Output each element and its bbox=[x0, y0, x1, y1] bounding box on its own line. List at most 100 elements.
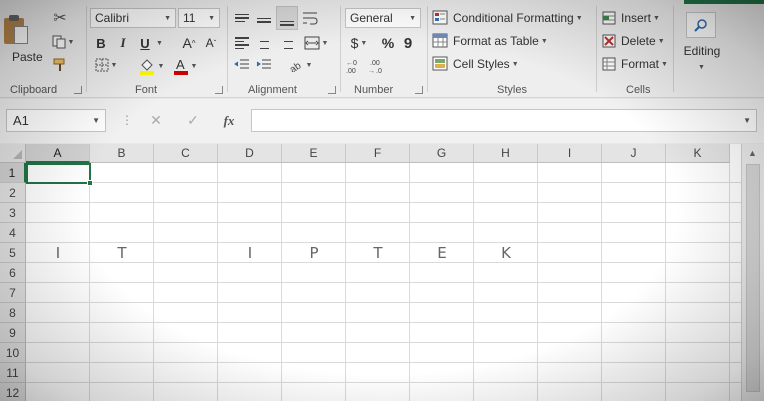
worksheet-grid[interactable]: ABCDEFGHIJK 1 2 3 4 5 6 7 8 9 10 11 12 ITIPTEK ▲ bbox=[0, 144, 764, 401]
align-right-button[interactable] bbox=[276, 33, 296, 53]
row-header-4[interactable]: 4 bbox=[0, 223, 26, 243]
row-header-7[interactable]: 7 bbox=[0, 283, 26, 303]
cut-button[interactable]: ✂ bbox=[48, 8, 72, 28]
column-header-j[interactable]: J bbox=[602, 144, 666, 163]
percent-button[interactable]: % bbox=[379, 33, 397, 53]
row-header-6[interactable]: 6 bbox=[0, 263, 26, 283]
number-format-combo[interactable]: General ▼ bbox=[345, 8, 421, 28]
cancel-entry-button[interactable]: ✕ bbox=[144, 109, 168, 132]
copy-button[interactable]: ▼ bbox=[48, 32, 78, 52]
row-header-11[interactable]: 11 bbox=[0, 363, 26, 383]
cell-styles-button[interactable]: Cell Styles ▼ bbox=[432, 54, 519, 74]
bottom-align-icon bbox=[280, 20, 294, 26]
decrease-decimal-button[interactable]: .00 → .0 bbox=[367, 56, 389, 76]
column-header-h[interactable]: H bbox=[474, 144, 538, 163]
scrollbar-thumb[interactable] bbox=[746, 164, 760, 392]
column-header-a[interactable]: A bbox=[26, 144, 90, 163]
cell-h5[interactable]: K bbox=[474, 244, 538, 262]
alignment-group: ▼ ab ▼ Alignment bbox=[228, 0, 340, 98]
formula-input[interactable]: ▼ bbox=[251, 109, 757, 132]
top-align-button[interactable] bbox=[232, 8, 252, 28]
selected-cell-a1[interactable] bbox=[26, 163, 91, 184]
fill-color-button[interactable]: ▼ bbox=[135, 55, 167, 77]
number-launcher[interactable] bbox=[415, 86, 423, 94]
svg-text:→: → bbox=[368, 68, 375, 74]
row-header-1[interactable]: 1 bbox=[0, 163, 26, 183]
row-header-5[interactable]: 5 bbox=[0, 243, 26, 263]
top-align-icon bbox=[235, 13, 249, 23]
insert-button[interactable]: Insert ▼ bbox=[602, 8, 660, 28]
scroll-up-icon[interactable]: ▲ bbox=[748, 148, 757, 158]
align-right-icon bbox=[279, 37, 293, 49]
number-label: Number bbox=[354, 84, 394, 96]
confirm-entry-button[interactable]: ✓ bbox=[181, 109, 205, 132]
cells-label: Cells bbox=[626, 84, 651, 96]
select-all-button[interactable] bbox=[0, 144, 26, 163]
column-header-i[interactable]: I bbox=[538, 144, 602, 163]
font-size-combo[interactable]: 11 ▼ bbox=[178, 8, 220, 28]
column-header-b[interactable]: B bbox=[90, 144, 154, 163]
middle-align-button[interactable] bbox=[254, 8, 274, 28]
svg-text:←: ← bbox=[346, 60, 353, 67]
row-header-9[interactable]: 9 bbox=[0, 323, 26, 343]
alignment-launcher[interactable] bbox=[328, 86, 336, 94]
underline-button[interactable]: U bbox=[135, 33, 155, 53]
cell-f5[interactable]: T bbox=[346, 244, 410, 262]
increase-decimal-button[interactable]: ← 0.00 bbox=[345, 56, 367, 76]
column-header-g[interactable]: G bbox=[410, 144, 474, 163]
font-name-combo[interactable]: Calibri ▼ bbox=[90, 8, 176, 28]
conditional-formatting-button[interactable]: Conditional Formatting ▼ bbox=[432, 8, 583, 28]
paste-button[interactable]: Paste bbox=[4, 4, 44, 68]
format-as-table-button[interactable]: Format as Table ▼ bbox=[432, 31, 548, 51]
paste-label: Paste bbox=[12, 50, 43, 64]
font-color-button[interactable]: A ▼ bbox=[169, 55, 201, 77]
cell-a5[interactable]: I bbox=[26, 244, 90, 262]
cell-e5[interactable]: P bbox=[282, 244, 346, 262]
column-header-f[interactable]: F bbox=[346, 144, 410, 163]
insert-cells-icon bbox=[602, 11, 616, 25]
bottom-align-button[interactable] bbox=[276, 6, 298, 30]
align-center-button[interactable] bbox=[254, 33, 274, 53]
cell-g5[interactable]: E bbox=[410, 244, 474, 262]
format-button[interactable]: Format ▼ bbox=[602, 54, 668, 74]
fill-handle[interactable] bbox=[87, 180, 93, 186]
row-header-2[interactable]: 2 bbox=[0, 183, 26, 203]
currency-button[interactable]: $ ▼ bbox=[345, 33, 373, 53]
wrap-text-icon bbox=[303, 12, 318, 25]
decrease-indent-button[interactable] bbox=[232, 56, 252, 74]
column-header-k[interactable]: K bbox=[666, 144, 730, 163]
shrink-font-button[interactable]: Aˇ bbox=[201, 33, 221, 53]
row-header-12[interactable]: 12 bbox=[0, 383, 26, 401]
column-header-c[interactable]: C bbox=[154, 144, 218, 163]
insert-function-button[interactable]: fx bbox=[217, 109, 241, 132]
clipboard-launcher[interactable] bbox=[74, 86, 82, 94]
format-cells-icon bbox=[602, 57, 616, 71]
row-header-10[interactable]: 10 bbox=[0, 343, 26, 363]
decrease-indent-icon bbox=[234, 59, 249, 69]
bold-button[interactable]: B bbox=[91, 33, 111, 53]
borders-button[interactable]: ▼ bbox=[91, 55, 121, 75]
name-box[interactable]: A1 ▼ bbox=[6, 109, 106, 132]
comma-style-button[interactable]: 9 bbox=[399, 33, 417, 53]
cell-b5[interactable]: T bbox=[90, 244, 154, 262]
align-center-icon bbox=[257, 37, 271, 49]
increase-indent-button[interactable] bbox=[254, 56, 274, 74]
row-header-8[interactable]: 8 bbox=[0, 303, 26, 323]
font-launcher[interactable] bbox=[215, 86, 223, 94]
grow-font-button[interactable]: A ^ bbox=[179, 33, 199, 53]
fill-bucket-icon bbox=[139, 59, 154, 75]
align-left-button[interactable] bbox=[232, 33, 252, 53]
merge-center-button[interactable]: ▼ bbox=[300, 33, 332, 53]
cell-d5[interactable]: I bbox=[218, 244, 282, 262]
orientation-wrap-button[interactable] bbox=[300, 8, 320, 28]
vertical-scrollbar[interactable]: ▲ bbox=[741, 144, 764, 401]
row-header-3[interactable]: 3 bbox=[0, 203, 26, 223]
editing-button[interactable]: Editing ▼ bbox=[680, 8, 724, 78]
format-painter-button[interactable] bbox=[48, 55, 72, 75]
delete-button[interactable]: Delete ▼ bbox=[602, 31, 665, 51]
italic-button[interactable]: I bbox=[113, 33, 133, 53]
column-header-e[interactable]: E bbox=[282, 144, 346, 163]
column-header-d[interactable]: D bbox=[218, 144, 282, 163]
orientation-button[interactable]: ab ▼ bbox=[284, 56, 316, 74]
delete-cells-icon bbox=[602, 34, 616, 48]
